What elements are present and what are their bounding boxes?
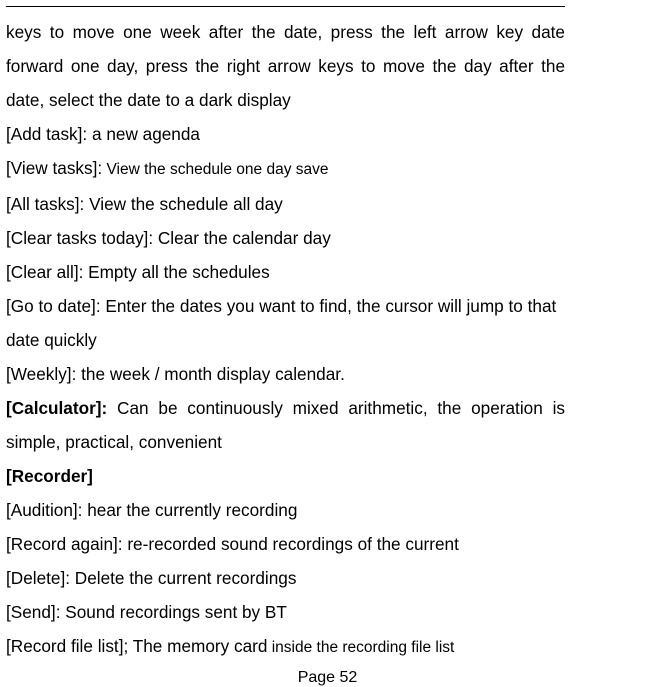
item-audition: [Audition]: hear the currently recording: [6, 493, 565, 527]
item-label: [Record again]:: [6, 534, 123, 554]
item-clear-all: [Clear all]: Empty all the schedules: [6, 255, 565, 289]
item-label: [Go to date]:: [6, 296, 101, 316]
horizontal-rule: [6, 6, 565, 7]
item-label: [Delete]:: [6, 568, 70, 588]
item-text: View the schedule all day: [84, 194, 282, 214]
item-text: hear the currently recording: [82, 500, 297, 520]
item-label: [Clear tasks today]:: [6, 228, 153, 248]
item-label: [Add task]:: [6, 124, 87, 144]
item-send: [Send]: Sound recordings sent by BT: [6, 595, 565, 629]
item-weekly: [Weekly]: the week / month display calen…: [6, 357, 565, 391]
intro-paragraph: keys to move one week after the date, pr…: [6, 15, 565, 117]
item-add-task: [Add task]: a new agenda: [6, 117, 565, 151]
item-text: View the schedule one day save: [102, 161, 328, 178]
item-clear-today: [Clear tasks today]: Clear the calendar …: [6, 221, 565, 255]
item-all-tasks: [All tasks]: View the schedule all day: [6, 187, 565, 221]
item-calculator: [Calculator]: Can be continuously mixed …: [6, 391, 565, 459]
item-text: Sound recordings sent by BT: [60, 602, 286, 622]
item-text: Clear the calendar day: [153, 228, 331, 248]
item-text: Empty all the schedules: [83, 262, 269, 282]
item-label: [Audition]:: [6, 500, 82, 520]
item-label: [Weekly]:: [6, 364, 76, 384]
page-number: Page 52: [6, 669, 565, 687]
item-text: The memory card: [133, 636, 268, 656]
item-go-to-date: [Go to date]: Enter the dates you want t…: [6, 289, 565, 357]
item-record-file-list: [Record file list]; The memory card insi…: [6, 629, 565, 665]
item-text: Delete the current recordings: [70, 568, 296, 588]
item-label: [All tasks]:: [6, 194, 84, 214]
recorder-heading: [Recorder]: [6, 459, 565, 493]
item-text: the week / month display calendar.: [76, 364, 344, 384]
item-view-tasks: [View tasks]: View the schedule one day …: [6, 151, 565, 187]
item-text: re-recorded sound recordings of the curr…: [123, 534, 459, 554]
item-delete: [Delete]: Delete the current recordings: [6, 561, 565, 595]
item-text-small: inside the recording file list: [267, 639, 454, 656]
item-label: [Clear all]:: [6, 262, 83, 282]
item-label: [Send]:: [6, 602, 60, 622]
item-text: a new agenda: [87, 124, 200, 144]
item-record-again: [Record again]: re-recorded sound record…: [6, 527, 565, 561]
body-text: keys to move one week after the date, pr…: [6, 15, 565, 665]
item-label: [View tasks]:: [6, 158, 102, 178]
item-label: [Calculator]:: [6, 398, 107, 418]
item-label: [Record file list];: [6, 636, 133, 656]
